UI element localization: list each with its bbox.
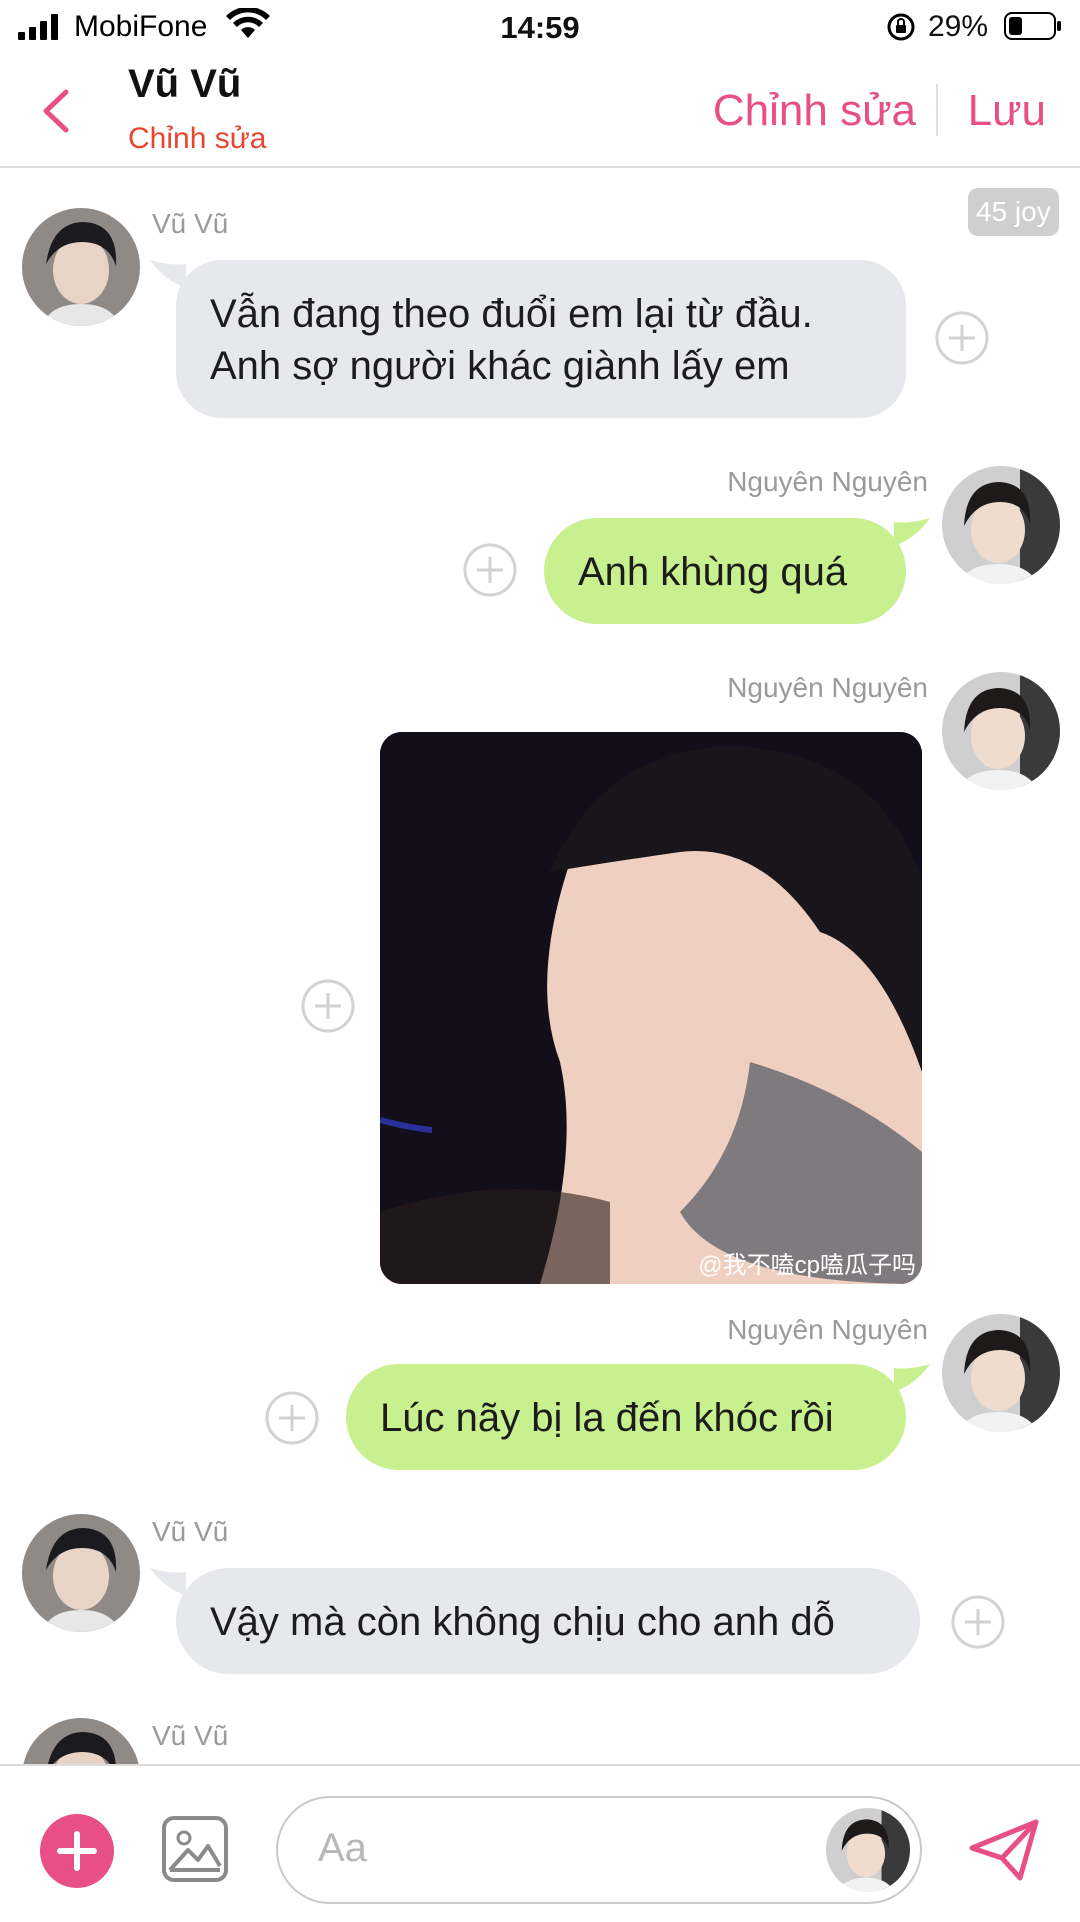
message-text: Vậy mà còn không chịu cho anh dỗ [210, 1600, 835, 1644]
message-bubble[interactable]: Vẫn đang theo đuổi em lại từ đầu. Anh sợ… [176, 260, 906, 418]
message-placeholder: Aa [318, 1826, 367, 1870]
avatar-nguyen-image [942, 1314, 1060, 1432]
plus-icon [57, 1831, 97, 1871]
add-reaction-icon[interactable] [934, 310, 990, 366]
sender-name: Vũ Vũ [152, 208, 229, 239]
avatar-vu-image [22, 1718, 140, 1764]
edit-button[interactable]: Chỉnh sửa [713, 86, 916, 136]
sender-name: Vũ Vũ [152, 1516, 229, 1547]
message-text-line: Vẫn đang theo đuổi em lại từ đầu. [210, 292, 813, 336]
chat-title: Vũ Vũ [128, 62, 242, 106]
chat-subtitle[interactable]: Chỉnh sửa [128, 122, 267, 156]
message-bubble[interactable]: Anh khùng quá [544, 518, 906, 624]
add-button[interactable] [40, 1814, 114, 1888]
orientation-lock-icon [887, 13, 915, 41]
save-button[interactable]: Lưu [968, 86, 1046, 136]
add-reaction-icon[interactable] [264, 1390, 320, 1446]
sender-name: Nguyên Nguyên [727, 672, 928, 703]
bubble-tail [894, 1364, 930, 1392]
sender-name: Vũ Vũ [152, 1720, 229, 1751]
chat-header: Vũ Vũ Chỉnh sửa Chỉnh sửa Lưu [0, 56, 1080, 168]
message-bubble[interactable]: Lúc nãy bị la đến khóc rồi [346, 1364, 906, 1470]
photo-image [380, 732, 922, 1284]
avatar[interactable] [22, 1514, 140, 1632]
image-icon[interactable] [160, 1814, 230, 1884]
avatar-nguyen-image [942, 672, 1060, 790]
avatar-nguyen-image [942, 466, 1060, 584]
clock: 14:59 [500, 10, 580, 45]
bubble-tail [150, 1568, 186, 1596]
add-reaction-icon[interactable] [462, 542, 518, 598]
joy-badge: 45 joy [968, 188, 1059, 236]
sender-name: Nguyên Nguyên [727, 466, 928, 497]
avatar[interactable] [22, 208, 140, 326]
avatar-nguyen-image [826, 1808, 910, 1892]
message-photo[interactable]: @我不嗑cp嗑瓜子吗 [380, 732, 922, 1284]
message-input[interactable]: Aa [276, 1796, 922, 1904]
bubble-tail [894, 518, 930, 546]
header-divider [936, 84, 938, 136]
back-chevron-icon[interactable] [36, 86, 76, 136]
send-icon[interactable] [968, 1818, 1040, 1882]
battery-icon [1004, 12, 1061, 40]
sender-name: Nguyên Nguyên [727, 1314, 928, 1345]
composer-avatar[interactable] [826, 1808, 910, 1892]
message-text-line: Anh sợ người khác giành lấy em [210, 344, 790, 388]
avatar[interactable] [22, 1718, 140, 1764]
message-bubble[interactable]: Vậy mà còn không chịu cho anh dỗ [176, 1568, 920, 1674]
chat-thread[interactable]: 45 joy Vũ Vũ Vẫn đang theo đuổi em lại t… [0, 168, 1080, 1764]
message-text: Anh khùng quá [578, 550, 848, 594]
add-reaction-icon[interactable] [950, 1594, 1006, 1650]
avatar-vu-image [22, 208, 140, 326]
battery-percent: 29% [928, 10, 989, 43]
avatar[interactable] [942, 1314, 1060, 1432]
composer-bar: Aa [0, 1764, 1080, 1922]
photo-watermark: @我不嗑cp嗑瓜子吗 [698, 1252, 916, 1279]
avatar-vu-image [22, 1514, 140, 1632]
status-bar: MobiFone 14:59 29% [0, 0, 1080, 56]
avatar[interactable] [942, 466, 1060, 584]
message-text: Lúc nãy bị la đến khóc rồi [380, 1396, 834, 1440]
add-reaction-icon[interactable] [300, 978, 356, 1034]
avatar[interactable] [942, 672, 1060, 790]
